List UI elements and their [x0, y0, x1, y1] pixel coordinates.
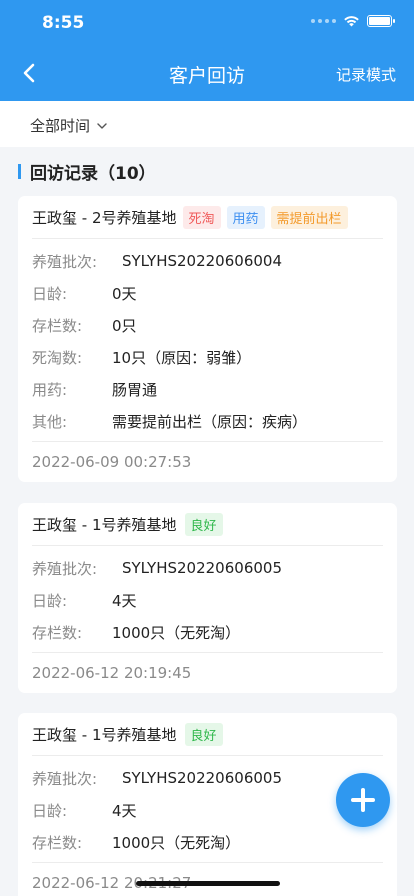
status-bar: 8:55	[0, 0, 414, 44]
field-row: 日龄: 0天	[32, 277, 383, 309]
tag-badge: 良好	[184, 722, 223, 746]
field-label: 存栏数:	[32, 623, 83, 642]
tag-badge: 良好	[184, 512, 223, 536]
record-mode-button[interactable]: 记录模式	[336, 64, 396, 85]
field-list: 养殖批次: SYLYHS20220606004 日龄: 0天 存栏数: 0只 死淘数:…	[32, 239, 383, 442]
status-time: 8:55	[42, 13, 85, 33]
field-row: 存栏数: 1000只（无死淘）	[32, 616, 383, 648]
field-label: 日龄:	[32, 801, 68, 820]
field-row: 用药: 肠胃通	[32, 373, 383, 405]
field-label: 养殖批次:	[32, 769, 98, 788]
field-value: 肠胃通	[112, 380, 158, 399]
section-accent-bar	[18, 163, 21, 179]
field-value: 0只	[112, 316, 137, 335]
top-bar: 8:55 客户回访 记录模式	[0, 0, 414, 101]
field-value: 需要提前出栏（原因：疾病）	[112, 412, 308, 431]
tag-badge: 需提前出栏	[270, 205, 348, 229]
card-header: 王政玺 - 1号养殖基地 良好	[32, 503, 383, 546]
time-filter-dropdown[interactable]: 全部时间	[30, 115, 108, 136]
field-row: 存栏数: 0只	[32, 309, 383, 341]
field-value: 0天	[112, 284, 137, 303]
time-filter-label: 全部时间	[30, 117, 91, 135]
field-label: 存栏数:	[32, 833, 83, 852]
field-row: 养殖批次: SYLYHS20220606004	[32, 245, 383, 277]
field-label: 存栏数:	[32, 316, 83, 335]
battery-icon	[367, 15, 395, 27]
field-row: 死淘数: 10只（原因：弱雏）	[32, 341, 383, 373]
field-label: 养殖批次:	[32, 559, 98, 578]
field-value: 10只（原因：弱雏）	[112, 348, 252, 367]
card-header: 王政玺 - 1号养殖基地 良好	[32, 713, 383, 756]
field-label: 死淘数:	[32, 348, 83, 367]
field-row: 其他: 需要提前出栏（原因：疾病）	[32, 405, 383, 437]
tag-badge: 死淘	[182, 205, 221, 229]
field-label: 日龄:	[32, 284, 68, 303]
visit-record-card[interactable]: 王政玺 - 2号养殖基地 死淘 用药 需提前出栏 养殖批次: SYLYHS2022…	[18, 196, 397, 482]
record-timestamp: 2022-06-09 00:27:53	[32, 453, 192, 471]
field-row: 存栏数: 1000只（无死淘）	[32, 826, 383, 858]
field-row: 日龄: 4天	[32, 794, 383, 826]
field-row: 日龄: 4天	[32, 584, 383, 616]
field-label: 用药:	[32, 380, 68, 399]
field-value: SYLYHS20220606005	[122, 769, 282, 787]
field-list: 养殖批次: SYLYHS20220606005 日龄: 4天 存栏数: 1000只（无…	[32, 756, 383, 863]
field-value: 4天	[112, 591, 137, 610]
field-row: 养殖批次: SYLYHS20220606005	[32, 762, 383, 794]
field-value: 1000只（无死淘）	[112, 623, 241, 642]
visit-record-card[interactable]: 王政玺 - 1号养殖基地 良好 养殖批次: SYLYHS20220606005 日…	[18, 503, 397, 693]
record-timestamp: 2022-06-12 20:21:27	[32, 874, 192, 892]
field-value: SYLYHS20220606004	[122, 252, 282, 270]
nav-bar: 客户回访 记录模式	[0, 50, 414, 96]
farm-name: 王政玺 - 1号养殖基地	[32, 725, 177, 744]
field-row: 养殖批次: SYLYHS20220606005	[32, 552, 383, 584]
signal-icon	[311, 19, 336, 23]
record-timestamp: 2022-06-12 20:19:45	[32, 664, 192, 682]
filter-bar: 全部时间	[0, 101, 414, 147]
field-value: SYLYHS20220606005	[122, 559, 282, 577]
field-value: 4天	[112, 801, 137, 820]
tag-list: 死淘 用药 需提前出栏	[182, 205, 348, 229]
farm-name: 王政玺 - 1号养殖基地	[32, 515, 177, 534]
home-indicator	[136, 881, 280, 886]
field-label: 日龄:	[32, 591, 68, 610]
wifi-icon	[344, 16, 359, 27]
field-label: 其他:	[32, 412, 68, 431]
farm-name: 王政玺 - 2号养殖基地	[32, 208, 177, 227]
tag-badge: 用药	[226, 205, 265, 229]
section-header: 回访记录（10）	[18, 160, 156, 184]
status-icons	[311, 15, 395, 27]
add-record-button[interactable]	[336, 773, 390, 827]
field-value: 1000只（无死淘）	[112, 833, 241, 852]
card-header: 王政玺 - 2号养殖基地 死淘 用药 需提前出栏	[32, 196, 383, 239]
chevron-down-icon	[97, 122, 107, 129]
field-label: 养殖批次:	[32, 252, 98, 271]
section-title: 回访记录（10）	[30, 163, 156, 184]
field-list: 养殖批次: SYLYHS20220606005 日龄: 4天 存栏数: 1000只（无…	[32, 546, 383, 653]
